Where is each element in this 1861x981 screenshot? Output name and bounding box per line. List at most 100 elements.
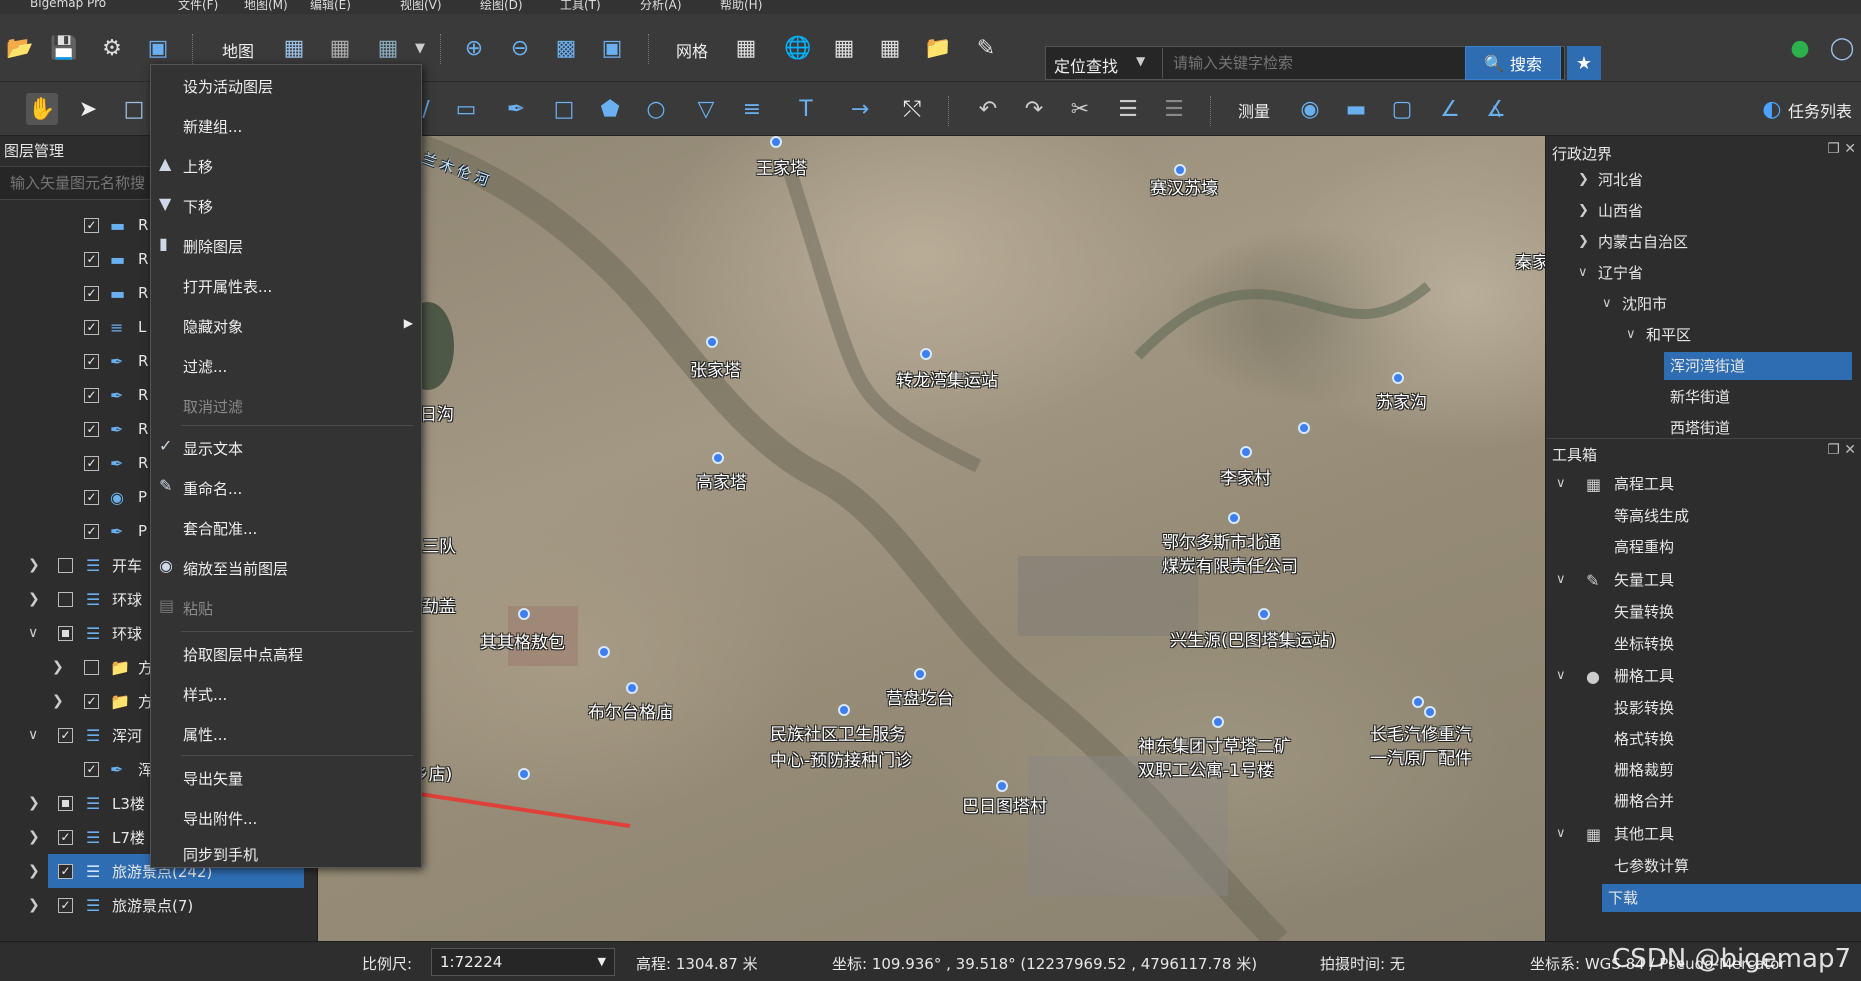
favorite-star-icon[interactable]: ★ — [1567, 46, 1601, 80]
menu-zoom-to-layer[interactable]: ◉ 缩放至当前图层 — [151, 549, 423, 585]
menu-export-attachments[interactable]: 导出附件... — [151, 799, 423, 835]
layer-checkbox[interactable]: ✓ — [58, 897, 73, 913]
admin-item[interactable]: ❯ 内蒙古自治区 — [1546, 228, 1861, 258]
map-canvas[interactable]: 乌 兰 木 伦 河 王家塔 赛汉苏壕 张家塔 转龙湾集运站 日沟 苏家沟 秦家 … — [318, 136, 1545, 941]
toolbox-item[interactable]: 坐标转换 — [1546, 630, 1861, 660]
map-pin[interactable] — [920, 348, 932, 360]
layer-checkbox[interactable] — [58, 625, 73, 641]
layer-checkbox[interactable]: ✓ — [84, 251, 99, 267]
toolbox-group[interactable]: ∨ ● 栅格工具 — [1546, 662, 1861, 692]
panel-float-close-icon[interactable]: ❐ ✕ — [1827, 141, 1856, 157]
map-pin[interactable] — [1240, 446, 1252, 458]
map-pin[interactable] — [518, 768, 530, 780]
wechat-icon[interactable]: ● — [1784, 32, 1816, 64]
menu-draw[interactable]: 绘图(D) — [480, 0, 523, 13]
brush-icon[interactable]: ✎ — [970, 32, 1002, 64]
chevron-down-icon[interactable]: ▼ — [1136, 54, 1145, 68]
map-pin[interactable] — [598, 646, 610, 658]
list-disabled-icon[interactable]: ☰ — [1158, 93, 1190, 125]
layer-checkbox[interactable] — [58, 591, 73, 607]
map-source-2-icon[interactable]: ▦ — [324, 32, 356, 64]
map-source-3-icon[interactable]: ▦ — [372, 32, 404, 64]
toolbox-item[interactable]: 栅格合并 — [1546, 787, 1861, 817]
menu-file[interactable]: 文件(F) — [178, 0, 218, 13]
toolbox-group[interactable]: ∨ ✎ 矢量工具 — [1546, 566, 1861, 596]
chevron-right-icon[interactable]: ❯ — [28, 829, 40, 845]
task-list-button[interactable]: 任务列表 — [1788, 98, 1852, 122]
map-pin[interactable] — [770, 136, 782, 148]
layer-checkbox[interactable]: ✓ — [84, 455, 99, 471]
menu-export-vector[interactable]: 导出矢量 — [151, 759, 423, 795]
zoom-extent-icon[interactable]: ▩ — [550, 32, 582, 64]
layer-checkbox[interactable] — [58, 795, 73, 811]
globe-grid-icon[interactable]: 🌐 — [782, 32, 814, 64]
circle-icon[interactable]: ○ — [640, 93, 672, 125]
layer-checkbox[interactable]: ✓ — [84, 693, 99, 709]
list-icon[interactable]: ☰ — [1112, 93, 1144, 125]
menu-edit[interactable]: 编辑(E) — [310, 0, 351, 13]
menu-style[interactable]: 样式... — [151, 675, 423, 711]
menu-move-down[interactable]: ▼ 下移 — [151, 187, 423, 223]
layer-checkbox[interactable]: ✓ — [84, 285, 99, 301]
map-pin[interactable] — [914, 668, 926, 680]
toolbox-item[interactable]: 矢量转换 — [1546, 598, 1861, 628]
layer-checkbox[interactable]: ✓ — [58, 727, 73, 743]
km-grid-icon[interactable]: ▦ — [828, 32, 860, 64]
menu-set-active-layer[interactable]: 设为活动图层 — [151, 67, 423, 103]
admin-item[interactable]: ∨ 和平区 — [1546, 321, 1861, 351]
save-icon[interactable]: 💾 — [48, 32, 80, 64]
map-pin[interactable] — [1412, 696, 1424, 708]
measure-line-icon[interactable]: ≡ — [736, 93, 768, 125]
chevron-right-icon[interactable]: ❯ — [28, 591, 40, 607]
menu-delete-layer[interactable]: ▮ 删除图层 — [151, 227, 423, 263]
admin-item[interactable]: ❯ 河北省 — [1546, 166, 1861, 196]
map-source-1-icon[interactable]: ▦ — [278, 32, 310, 64]
menu-show-text[interactable]: ✓ 显示文本 — [151, 429, 423, 465]
chevron-right-icon[interactable]: ❯ — [1578, 203, 1589, 218]
map-pin[interactable] — [518, 608, 530, 620]
chevron-down-icon[interactable]: ∨ — [1626, 327, 1636, 342]
menu-analysis[interactable]: 分析(A) — [640, 0, 682, 13]
arrow-right-icon[interactable]: → — [844, 93, 876, 125]
menu-tools[interactable]: 工具(T) — [560, 0, 601, 13]
menu-pick-elevation[interactable]: 拾取图层中点高程 — [151, 635, 423, 671]
map-pin[interactable] — [1212, 716, 1224, 728]
layer-checkbox[interactable]: ✓ — [84, 319, 99, 335]
menu-properties[interactable]: 属性... — [151, 715, 423, 751]
layer-checkbox[interactable]: ✓ — [58, 829, 73, 845]
square-icon[interactable]: □ — [548, 93, 580, 125]
menu-help[interactable]: 帮助(H) — [720, 0, 762, 13]
chevron-right-icon[interactable]: ❯ — [52, 693, 64, 709]
menu-hide-objects[interactable]: 隐藏对象 ▶ — [151, 307, 423, 343]
toolbox-item[interactable]: 格式转换 — [1546, 725, 1861, 755]
search-mode-select[interactable]: 定位查找 — [1054, 53, 1118, 77]
map-pin[interactable] — [996, 780, 1008, 792]
toolbox-item[interactable]: 投影转换 — [1546, 694, 1861, 724]
nm-grid-icon[interactable]: ▦ — [874, 32, 906, 64]
map-pin[interactable] — [1298, 422, 1310, 434]
curve-icon[interactable]: ⤲ — [896, 93, 928, 125]
grid-icon[interactable]: ▦ — [730, 32, 762, 64]
ruler-icon[interactable]: ▬ — [1340, 93, 1372, 125]
chevron-right-icon[interactable]: ❯ — [1578, 234, 1589, 249]
pentagon-icon[interactable]: ⬟ — [594, 93, 626, 125]
toolbox-item[interactable]: 高程重构 — [1546, 533, 1861, 563]
menu-open-attribute-table[interactable]: 打开属性表... — [151, 267, 423, 303]
undo-icon[interactable]: ↶ — [972, 93, 1004, 125]
image-icon[interactable]: ▣ — [142, 32, 174, 64]
menu-paste[interactable]: ▤ 粘贴 — [151, 589, 423, 625]
toolbox-item[interactable]: 栅格裁剪 — [1546, 756, 1861, 786]
layer-checkbox[interactable]: ✓ — [58, 863, 73, 879]
layer-checkbox[interactable] — [84, 659, 99, 675]
layer-checkbox[interactable]: ✓ — [84, 523, 99, 539]
search-input[interactable] — [1162, 48, 1508, 78]
chevron-down-icon[interactable]: ∨ — [1578, 265, 1588, 280]
toolbox-group[interactable]: ∨ ▦ 高程工具 — [1546, 470, 1861, 500]
folder-grid-icon[interactable]: 📁 — [922, 32, 954, 64]
full-extent-icon[interactable]: ▣ — [596, 32, 628, 64]
location-pin-icon[interactable]: ◉ — [1294, 93, 1326, 125]
area-icon[interactable]: ▢ — [1386, 93, 1418, 125]
angle-icon[interactable]: ∠ — [1434, 93, 1466, 125]
menu-sync-to-phone[interactable]: 同步到手机 — [151, 835, 423, 871]
chevron-right-icon[interactable]: ❯ — [28, 863, 40, 879]
